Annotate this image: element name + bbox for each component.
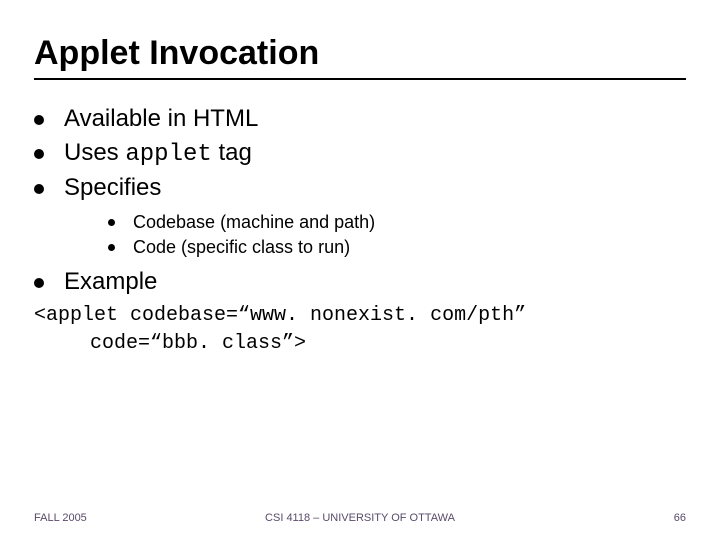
sub-bullet-item: Code (specific class to run) xyxy=(108,237,686,258)
footer-page-number: 66 xyxy=(674,512,686,524)
bullet-text: Available in HTML xyxy=(64,105,258,133)
bullet-text: Uses applet tag xyxy=(64,139,252,168)
bullet-icon xyxy=(108,219,115,226)
bullet-icon xyxy=(34,115,44,125)
sub-bullet-text: Codebase (machine and path) xyxy=(133,212,375,233)
slide-title: Applet Invocation xyxy=(34,34,319,73)
bullet-item: Uses applet tag xyxy=(34,139,686,168)
bullet-icon xyxy=(108,244,115,251)
bullet-item: Example xyxy=(34,268,686,296)
bullet-item: Available in HTML xyxy=(34,105,686,133)
code-line: <applet codebase=“www. nonexist. com/pth… xyxy=(34,302,686,330)
bullet-text: Specifies xyxy=(64,174,161,202)
text-fragment: Uses xyxy=(64,139,125,166)
code-inline: applet xyxy=(125,141,211,168)
slide-body: Available in HTML Uses applet tag Specif… xyxy=(34,105,686,358)
bullet-item: Specifies xyxy=(34,174,686,202)
bullet-icon xyxy=(34,149,44,159)
footer-left: FALL 2005 xyxy=(34,512,87,524)
text-fragment: tag xyxy=(212,139,252,166)
title-underline xyxy=(34,78,686,80)
code-block: <applet codebase=“www. nonexist. com/pth… xyxy=(34,302,686,358)
code-line: code=“bbb. class”> xyxy=(34,330,686,358)
sub-bullet-group: Codebase (machine and path) Code (specif… xyxy=(108,212,686,258)
sub-bullet-item: Codebase (machine and path) xyxy=(108,212,686,233)
bullet-icon xyxy=(34,278,44,288)
bullet-text: Example xyxy=(64,268,157,296)
footer-center: CSI 4118 – UNIVERSITY OF OTTAWA xyxy=(265,512,455,524)
sub-bullet-text: Code (specific class to run) xyxy=(133,237,350,258)
bullet-icon xyxy=(34,184,44,194)
